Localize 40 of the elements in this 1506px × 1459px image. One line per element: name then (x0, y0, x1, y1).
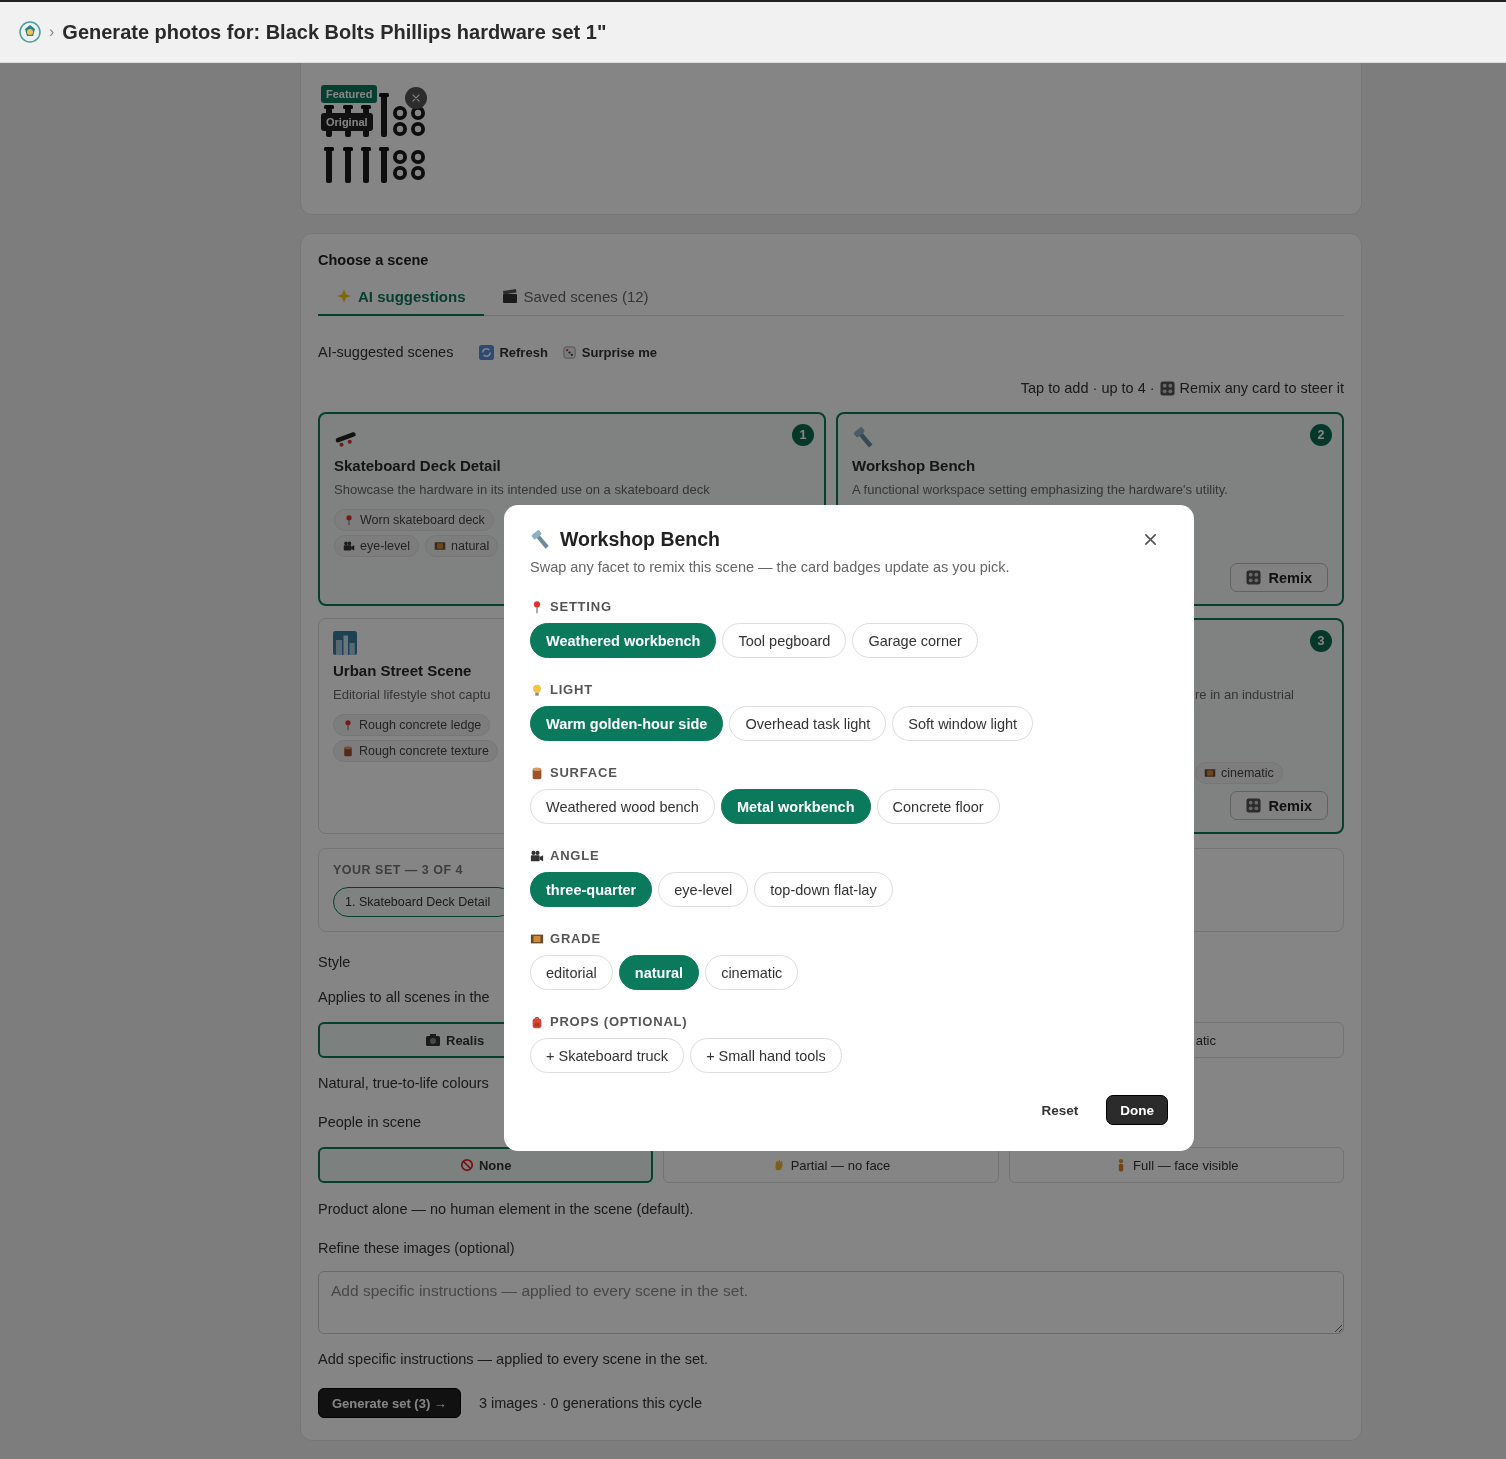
facet-label: ANGLE (550, 848, 600, 863)
people-description: Product alone — no human element in the scene (default). (318, 1200, 695, 1218)
helper-text: Applies to all scenes in the (318, 988, 491, 1006)
card-title: Skateboard Deck Detail (334, 456, 501, 476)
status-badge: Original (321, 113, 373, 131)
facet-tag: Rough concrete texture (333, 740, 498, 762)
order-badge: 1 (792, 424, 814, 446)
field-label: Style (318, 953, 352, 971)
section-heading: Choose a scene (318, 252, 430, 268)
field-label: Refine these images (optional) (318, 1239, 516, 1257)
facet-label: LIGHT (550, 682, 593, 697)
card-title: Workshop Bench (852, 456, 976, 476)
card-title: Urban Street Scene (333, 661, 472, 681)
field-label: People in scene (318, 1113, 423, 1131)
dialog-subtitle: Swap any facet to remix this scene — the card badges update as you pick. (530, 559, 1011, 575)
facet-tag: natural (425, 535, 499, 557)
set-label: YOUR SET — 3 OF 4 (333, 863, 465, 877)
facet-tag: Worn skateboard deck (334, 509, 494, 531)
breadcrumb-separator: › (49, 23, 55, 41)
facet-tag: eye-level (334, 535, 420, 557)
hint-text: Remix any card to steer it (1179, 380, 1344, 396)
facet-tag: cinematic (1195, 762, 1283, 784)
card-description: Editorial lifestyle shot captu (333, 686, 491, 704)
card-description: Showcase the hardware in its intended use on a skateboard deck (334, 481, 710, 499)
card-description: re in an industrial (1195, 686, 1294, 704)
order-badge: 3 (1310, 630, 1332, 652)
facet-label: GRADE (550, 931, 601, 946)
toolbar-label: AI-suggested scenes (318, 344, 454, 360)
dialog-title: Workshop Bench (560, 528, 720, 551)
facet-label: SURFACE (550, 765, 618, 780)
facet-label: SETTING (550, 599, 612, 614)
facet-tag: Rough concrete ledge (333, 714, 491, 736)
page-title: Generate photos for: Black Bolts Phillips hardware set 1" (62, 20, 607, 44)
generation-note: 3 images · 0 generations this cycle (478, 1395, 703, 1411)
card-description: A functional workspace setting emphasizing the hardware's utility. (852, 481, 1228, 499)
helper-text: Add specific instructions — applied to every scene in the set. (318, 1350, 710, 1368)
style-description: Natural, true-to-life colours (318, 1074, 490, 1092)
order-badge: 2 (1310, 424, 1332, 446)
hint-text: Tap to add · up to 4 · (1020, 380, 1155, 396)
featured-badge: Featured (321, 85, 378, 103)
